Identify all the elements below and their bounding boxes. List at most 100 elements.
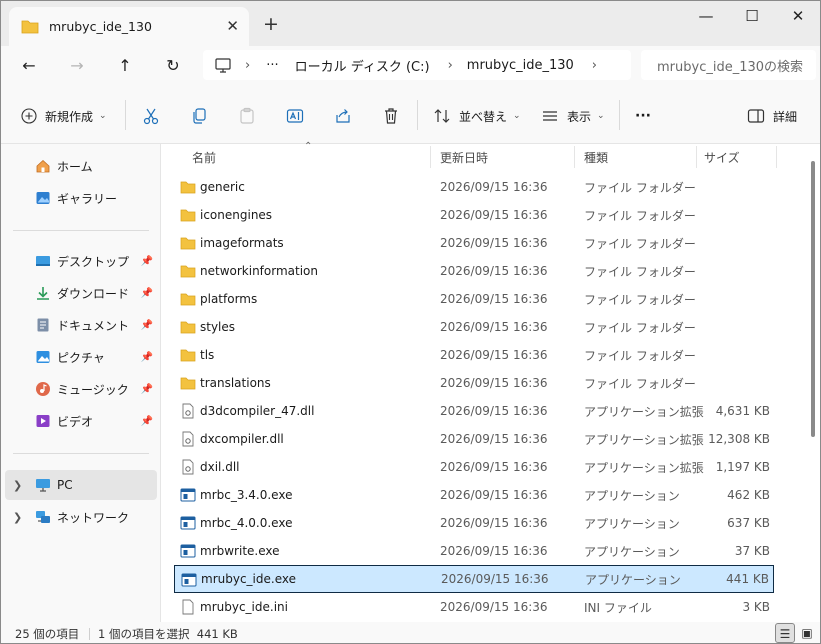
pin-icon[interactable]: 📌	[141, 352, 153, 363]
address-bar[interactable]: › ··· ローカル ディスク (C:) › mrubyc_ide_130 ›	[203, 50, 631, 80]
file-row[interactable]: mrbwrite.exe 2026/09/15 16:36 アプリケーション 37 K…	[174, 537, 774, 565]
file-date: 2026/09/15 16:36	[440, 376, 548, 390]
tab-current[interactable]: mrubyc_ide_130 ✕	[9, 7, 249, 46]
folder-row[interactable]: imageformats 2026/09/15 16:36 ファイル フォルダー	[174, 229, 774, 257]
pin-icon[interactable]: 📌	[141, 288, 153, 299]
sidebar-item-pc[interactable]: ❯ PC	[5, 470, 157, 500]
breadcrumb-current-folder[interactable]: mrubyc_ide_130	[467, 58, 574, 73]
tiles-view-icon[interactable]: ▣	[797, 623, 817, 643]
file-type: INI ファイル	[584, 600, 652, 615]
more-options-button[interactable]: ···	[635, 104, 651, 128]
column-header-name[interactable]: 名前	[192, 144, 216, 170]
maximize-button[interactable]: ☐	[737, 7, 767, 27]
file-name: translations	[200, 376, 271, 390]
folder-icon	[180, 349, 196, 362]
pin-icon[interactable]: 📌	[141, 384, 153, 395]
chevron-right-icon[interactable]: ❯	[13, 479, 22, 492]
file-row[interactable]: d3dcompiler_47.dll 2026/09/15 16:36 アプリケーシ…	[174, 397, 774, 425]
sidebar-item-videos[interactable]: ビデオ 📌	[5, 406, 157, 436]
sidebar-item-music[interactable]: ミュージック 📌	[5, 374, 157, 404]
file-size: 12,308 KB	[708, 432, 770, 446]
copy-button[interactable]	[190, 104, 208, 128]
folder-row[interactable]: networkinformation 2026/09/15 16:36 ファイル フ…	[174, 257, 774, 285]
file-name: mrbwrite.exe	[200, 544, 280, 558]
folder-row[interactable]: iconengines 2026/09/15 16:36 ファイル フォルダー	[174, 201, 774, 229]
details-pane-icon	[747, 109, 765, 123]
vertical-scrollbar[interactable]	[811, 161, 815, 437]
folder-icon	[180, 265, 196, 278]
desktop-icon	[36, 256, 50, 266]
title-bar: mrubyc_ide_130 ✕ + — ☐ ✕	[1, 1, 820, 46]
sort-ascending-icon: ⌃	[304, 141, 313, 152]
sidebar-item-label: PC	[57, 478, 73, 492]
file-row[interactable]: mrbc_4.0.0.exe 2026/09/15 16:36 アプリケーション 63…	[174, 509, 774, 537]
file-name: generic	[200, 180, 245, 194]
view-button-label: 表示	[567, 109, 592, 124]
pin-icon[interactable]: 📌	[141, 256, 153, 267]
share-button[interactable]	[334, 104, 352, 128]
cut-button[interactable]	[142, 104, 160, 128]
dll-file-icon	[182, 459, 194, 475]
close-button[interactable]: ✕	[783, 7, 813, 27]
sidebar-item-home[interactable]: ホーム	[5, 151, 157, 181]
navigation-pane: ホーム ギャラリー デスクトップ 📌 ダウンロード 📌 ドキュメント 📌 ピクチ…	[1, 144, 161, 622]
up-button[interactable]: ↑	[113, 54, 137, 78]
column-divider[interactable]	[696, 146, 697, 168]
pin-icon[interactable]: 📌	[141, 320, 153, 331]
file-row[interactable]: dxcompiler.dll 2026/09/15 16:36 アプリケーション拡張…	[174, 425, 774, 453]
breadcrumb-local-disk[interactable]: ローカル ディスク (C:)	[295, 56, 430, 75]
folder-row[interactable]: generic 2026/09/15 16:36 ファイル フォルダー	[174, 173, 774, 201]
sidebar-item-label: ドキュメント	[57, 318, 130, 333]
delete-button[interactable]	[382, 104, 400, 128]
column-divider[interactable]	[574, 146, 575, 168]
refresh-button[interactable]: ↻	[161, 54, 185, 78]
chevron-right-icon[interactable]: ❯	[13, 511, 22, 524]
gallery-icon	[36, 192, 50, 204]
file-row[interactable]: mrubyc_ide.ini 2026/09/15 16:36 INI ファイル 3 …	[174, 593, 774, 621]
status-bar: 25 個の項目 1 個の項目を選択 441 KB ☰ ▣	[1, 622, 820, 643]
file-size: 441 KB	[726, 572, 769, 586]
details-pane-button[interactable]: 詳細	[747, 104, 797, 128]
new-tab-button[interactable]: +	[263, 13, 279, 35]
sidebar-item-network[interactable]: ❯ ネットワーク	[5, 502, 157, 532]
folder-icon	[180, 321, 196, 334]
column-header-date[interactable]: 更新日時	[440, 144, 488, 170]
column-header-type[interactable]: 種類	[584, 144, 608, 170]
new-button[interactable]: 新規作成 ⌄	[21, 104, 107, 128]
sort-button[interactable]: 並べ替え ⌄	[433, 104, 521, 128]
folder-row[interactable]: styles 2026/09/15 16:36 ファイル フォルダー	[174, 313, 774, 341]
column-divider[interactable]	[430, 146, 431, 168]
sidebar-item-desktop[interactable]: デスクトップ 📌	[5, 246, 157, 276]
folder-row[interactable]: tls 2026/09/15 16:36 ファイル フォルダー	[174, 341, 774, 369]
view-button[interactable]: 表示 ⌄	[541, 104, 605, 128]
pin-icon[interactable]: 📌	[141, 416, 153, 427]
paste-button[interactable]	[238, 104, 256, 128]
command-bar: 新規作成 ⌄ 並べ替え ⌄ 表示 ⌄ ··· 詳細	[1, 86, 820, 144]
folder-row[interactable]: platforms 2026/09/15 16:36 ファイル フォルダー	[174, 285, 774, 313]
forward-button[interactable]: →	[65, 54, 89, 78]
breadcrumb-overflow[interactable]: ···	[266, 58, 278, 73]
sidebar-item-documents[interactable]: ドキュメント 📌	[5, 310, 157, 340]
back-button[interactable]: ←	[17, 54, 41, 78]
file-name: mrbc_3.4.0.exe	[200, 488, 293, 502]
file-date: 2026/09/15 16:36	[440, 180, 548, 194]
sidebar-item-downloads[interactable]: ダウンロード 📌	[5, 278, 157, 308]
selection-info: 1 個の項目を選択 441 KB	[98, 626, 238, 641]
sidebar-item-pictures[interactable]: ピクチャ 📌	[5, 342, 157, 372]
column-divider[interactable]	[776, 146, 777, 168]
file-row[interactable]: mrbc_3.4.0.exe 2026/09/15 16:36 アプリケーション 46…	[174, 481, 774, 509]
tab-close-icon[interactable]: ✕	[226, 17, 239, 35]
sidebar-item-gallery[interactable]: ギャラリー	[5, 183, 157, 213]
computer-icon	[215, 57, 231, 73]
search-input[interactable]: mrubyc_ide_130の検索	[641, 50, 816, 80]
column-header-size[interactable]: サイズ	[704, 144, 740, 170]
details-view-icon[interactable]: ☰	[775, 623, 795, 643]
file-row[interactable]: mrubyc_ide.exe 2026/09/15 16:36 アプリケーション 44…	[174, 565, 774, 593]
file-row[interactable]: dxil.dll 2026/09/15 16:36 アプリケーション拡張 1,197 …	[174, 453, 774, 481]
file-name: dxil.dll	[200, 460, 240, 474]
file-date: 2026/09/15 16:36	[440, 488, 548, 502]
rename-button[interactable]	[286, 104, 304, 128]
minimize-button[interactable]: —	[691, 7, 721, 27]
file-name: mrubyc_ide.exe	[201, 572, 296, 586]
folder-row[interactable]: translations 2026/09/15 16:36 ファイル フォルダー	[174, 369, 774, 397]
